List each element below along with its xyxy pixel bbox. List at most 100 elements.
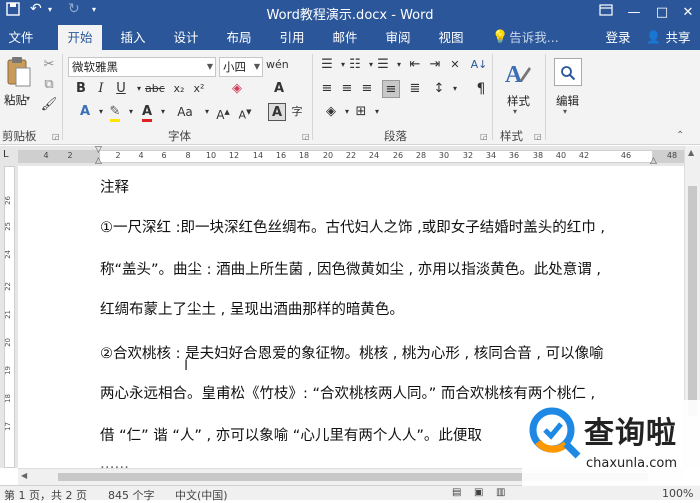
line-spacing-dropdown-icon[interactable]: ▾ [446,80,464,98]
tab-design[interactable]: 设计 [165,25,207,50]
paste-label[interactable]: 粘贴 [4,92,27,108]
increase-indent-icon[interactable]: ⇥ [426,56,444,74]
search-icon[interactable] [554,58,582,86]
watermark-brand: 查询啦 [584,416,677,451]
tab-review[interactable]: 审阅 [377,25,419,50]
cut-icon[interactable]: ✂ [40,56,58,74]
styles-dialog-launcher-icon[interactable]: ◲ [534,132,542,141]
clear-formatting-icon[interactable]: ◈ [228,80,246,98]
tab-file[interactable]: 文件 [0,25,42,50]
chinese-layout-icon[interactable]: ✕ [446,56,464,74]
read-mode-icon[interactable]: ▤ [452,487,461,498]
doc-line[interactable]: 称“盖头”。曲尘 : 酒曲上所生菌 , 因色微黄如尘 , 亦用以指淡黄色。此处意… [100,258,601,279]
editing-button-label[interactable]: 编辑 [556,93,579,109]
font-group-label: 字体 [168,129,191,143]
language[interactable]: 中文(中国) [175,487,228,503]
ruler-tick: 14 [252,151,264,160]
signin-button[interactable]: 登录 [598,25,638,50]
tab-references[interactable]: 引用 [271,25,313,50]
minimize-button[interactable]: — [620,0,648,25]
scroll-up-icon[interactable]: ▲ [688,148,694,157]
sort-icon[interactable]: A↓ [470,56,488,74]
doc-line[interactable]: 借 “仁” 谐 “人” , 亦可以象喻 “心儿里有两个人人”。此便取 [100,424,482,445]
editing-dropdown-icon[interactable]: ▾ [563,107,567,116]
phonetic-guide-icon[interactable]: A [270,80,288,98]
share-button[interactable]: 共享 [660,25,696,50]
paragraph-dialog-launcher-icon[interactable]: ◲ [480,132,488,141]
word-count[interactable]: 845 个字 [108,487,155,503]
scroll-left-icon[interactable]: ◀ [21,471,27,480]
maximize-button[interactable]: □ [648,0,676,25]
ruler-tick: 32 [462,151,474,160]
page-count[interactable]: 第 1 页，共 2 页 [4,487,87,503]
print-layout-icon[interactable]: ▣ [474,487,483,498]
align-right-icon[interactable]: ≡ [358,80,376,98]
character-shading-icon[interactable]: A [268,103,286,121]
styles-dropdown-icon[interactable]: ▾ [513,107,517,116]
show-marks-icon[interactable]: ¶ [472,80,490,98]
doc-line[interactable]: …… [100,456,129,468]
copy-icon[interactable]: ⧉ [40,76,58,94]
zoom-level[interactable]: 100% [662,487,693,500]
underline-icon[interactable]: U [112,80,130,98]
bold-icon[interactable]: B [72,80,90,98]
borders-dropdown-icon[interactable]: ▾ [368,103,386,121]
styles-icon[interactable]: A [502,58,532,91]
font-size-combo[interactable]: 小四 ▼ [219,57,263,77]
doc-line[interactable]: ①一尺深红 :即一块深红色丝绸布。古代妇人之饰 ,或即女子结婚时盖头的红巾 , [100,216,605,237]
styles-button-label[interactable]: 样式 [507,93,530,109]
paste-icon[interactable] [6,56,32,91]
ruler-tick: 19 [4,366,12,375]
doc-line[interactable]: 红绸布蒙上了尘土 , 呈现出酒曲那样的暗黄色。 [100,298,404,319]
chevron-down-icon[interactable]: ▼ [254,58,260,76]
align-left-icon[interactable]: ≡ [318,80,336,98]
shrink-font-icon[interactable]: A▼ [236,103,254,122]
clipboard-dialog-launcher-icon[interactable]: ◲ [52,132,60,141]
styles-group-label: 样式 [500,129,523,143]
hanging-indent-icon[interactable]: △ [95,156,102,166]
ribbon-display-options-icon[interactable] [592,0,620,25]
ruler-tick: 16 [275,151,287,160]
tab-selector-icon[interactable]: L [3,149,9,160]
font-name-combo[interactable]: 微软雅黑 ▼ [68,57,216,77]
doc-line[interactable]: 两心永远相合。皇甫松《竹枝》: “合欢桃核两人同。” 而合欢桃核有两个桃仁 , [100,382,595,403]
grow-font-icon[interactable]: A▲ [214,103,232,122]
paste-dropdown-icon[interactable]: ▾ [26,94,30,103]
tab-insert[interactable]: 插入 [112,25,154,50]
tab-mailings[interactable]: 邮件 [324,25,366,50]
chevron-down-icon[interactable]: ▼ [207,58,213,76]
strikethrough-icon[interactable]: abc [145,80,165,98]
share-icon[interactable]: 👤 [646,30,661,44]
vertical-ruler[interactable]: 26 25 24 22 21 20 19 18 17 [0,166,18,468]
change-case-icon[interactable]: wén [266,56,289,74]
character-border-icon[interactable]: 字 [288,103,306,121]
collapse-ribbon-icon[interactable]: ⌃ [676,130,684,141]
tab-home[interactable]: 开始 [58,25,102,50]
tell-me-search[interactable]: 告诉我... [508,25,560,50]
doc-line[interactable]: 注释 [100,176,129,197]
distributed-icon[interactable]: ≣ [406,80,424,98]
align-center-icon[interactable]: ≡ [338,80,356,98]
decrease-indent-icon[interactable]: ⇤ [406,56,424,74]
ruler-tick: 36 [508,151,520,160]
vertical-scroll-thumb[interactable] [688,186,697,416]
right-indent-icon[interactable]: △ [650,156,657,166]
ruler-tick: 30 [438,151,450,160]
font-size-change-icon[interactable]: Aa [172,103,198,121]
clipboard-group-label: 剪贴板 [2,129,37,143]
web-layout-icon[interactable]: ▥ [496,487,505,498]
ruler-tick: 8 [185,151,191,160]
subscript-icon[interactable]: x₂ [170,80,188,98]
first-line-indent-icon[interactable]: ▽ [95,145,102,155]
doc-line[interactable]: ②合欢桃核 : 是夫妇好合恩爱的象征物。桃核 , 桃为心形 , 核同合音 , 可… [100,342,604,363]
horizontal-ruler[interactable]: L ▽ △ △ 4 2 2 4 6 8 10 12 14 16 18 20 22… [0,145,700,166]
italic-icon[interactable]: I [92,80,110,98]
font-color-dropdown-icon[interactable]: ▾ [154,103,172,121]
superscript-icon[interactable]: x² [190,80,208,98]
close-button[interactable]: ✕ [674,0,700,25]
font-dialog-launcher-icon[interactable]: ◲ [302,132,310,141]
tab-layout[interactable]: 布局 [218,25,260,50]
tab-view[interactable]: 视图 [430,25,472,50]
justify-icon[interactable]: ≡ [382,80,400,98]
format-painter-icon[interactable]: 🖌 [40,96,58,114]
